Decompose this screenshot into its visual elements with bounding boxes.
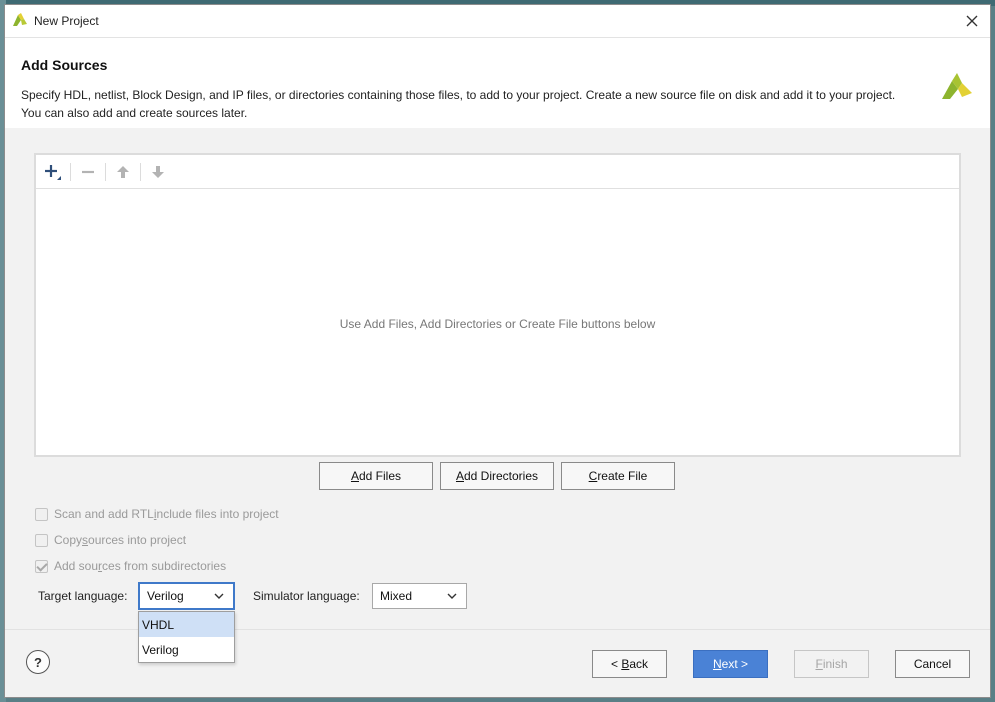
close-icon	[966, 15, 978, 27]
option-label: ources into project	[88, 533, 187, 547]
scan-rtl-checkbox[interactable]	[35, 507, 48, 521]
move-down-button[interactable]	[147, 161, 169, 183]
add-files-button[interactable]: Add Files	[319, 462, 433, 490]
button-label: dd Files	[358, 469, 402, 483]
page-title: Add Sources	[21, 57, 108, 73]
remove-icon	[82, 170, 94, 174]
chevron-down-icon	[214, 593, 224, 599]
dropdown-option-vhdl[interactable]: VHDL	[139, 612, 234, 637]
page-description: Specify HDL, netlist, Block Design, and …	[21, 86, 921, 122]
add-sources-button[interactable]	[42, 161, 64, 183]
mnemonic: B	[621, 657, 630, 671]
add-directories-button[interactable]: Add Directories	[440, 462, 554, 490]
mnemonic: A	[350, 469, 359, 483]
toolbar-separator	[105, 163, 106, 181]
mnemonic: N	[712, 657, 722, 671]
simulator-language-select[interactable]: Mixed	[372, 583, 467, 609]
mnemonic: C	[588, 469, 598, 483]
empty-list-message: Use Add Files, Add Directories or Create…	[339, 317, 656, 331]
dropdown-option-verilog[interactable]: Verilog	[139, 637, 234, 662]
finish-button: Finish	[794, 650, 869, 678]
mnemonic: F	[815, 657, 823, 671]
add-subdirectories-checkbox[interactable]	[35, 559, 48, 573]
option-label: nclude files into project	[156, 507, 279, 521]
description-line-1: Specify HDL, netlist, Block Design, and …	[21, 88, 896, 102]
description-line-2: You can also add and create sources late…	[21, 106, 248, 120]
title-bar: New Project	[5, 5, 990, 38]
option-label: Copy	[54, 533, 83, 547]
copy-sources-checkbox[interactable]	[35, 533, 48, 547]
target-language-label: Target language:	[38, 589, 128, 603]
help-button[interactable]: ?	[26, 650, 50, 674]
target-language-dropdown: VHDL Verilog	[138, 611, 235, 663]
wizard-header: Add Sources Specify HDL, netlist, Block …	[5, 38, 990, 128]
mnemonic: A	[455, 469, 464, 483]
window-title: New Project	[34, 14, 99, 28]
target-language-select[interactable]: Verilog	[138, 582, 235, 610]
sources-list-panel[interactable]: Use Add Files, Add Directories or Create…	[34, 153, 961, 457]
add-icon	[45, 165, 61, 180]
button-label: ext >	[721, 657, 749, 671]
button-label: inish	[822, 657, 848, 671]
add-subdirectories-option[interactable]: Add sou r ces from subdirectories	[35, 557, 226, 575]
create-file-button[interactable]: Create File	[561, 462, 675, 490]
target-language-value: Verilog	[147, 589, 184, 603]
option-label: Add sou	[54, 559, 99, 573]
option-label: Scan and add RTL	[54, 507, 154, 521]
move-up-button[interactable]	[112, 161, 134, 183]
toolbar-separator	[70, 163, 71, 181]
back-button[interactable]: < Back	[592, 650, 667, 678]
option-label: ces from subdirectories	[102, 559, 227, 573]
move-up-icon	[117, 166, 129, 178]
close-button[interactable]	[960, 9, 984, 33]
copy-sources-option[interactable]: Copy s ources into project	[35, 531, 186, 549]
button-label: ack	[629, 657, 649, 671]
scan-rtl-include-option[interactable]: Scan and add RTL i nclude files into proj…	[35, 505, 279, 523]
simulator-language-label: Simulator language:	[253, 589, 360, 603]
button-label: dd Directories	[463, 469, 539, 483]
cancel-button[interactable]: Cancel	[895, 650, 970, 678]
vivado-logo-icon	[942, 73, 972, 99]
next-button[interactable]: Next >	[693, 650, 768, 678]
chevron-down-icon	[447, 593, 457, 599]
simulator-language-value: Mixed	[380, 589, 413, 603]
new-project-dialog: New Project Add Sources Specify HDL, net…	[4, 4, 991, 698]
vivado-logo-icon	[13, 13, 27, 26]
remove-source-button[interactable]	[77, 161, 99, 183]
button-label: reate File	[597, 469, 648, 483]
move-down-icon	[152, 166, 164, 178]
sources-toolbar	[36, 155, 959, 189]
button-label: <	[610, 657, 622, 671]
toolbar-separator	[140, 163, 141, 181]
